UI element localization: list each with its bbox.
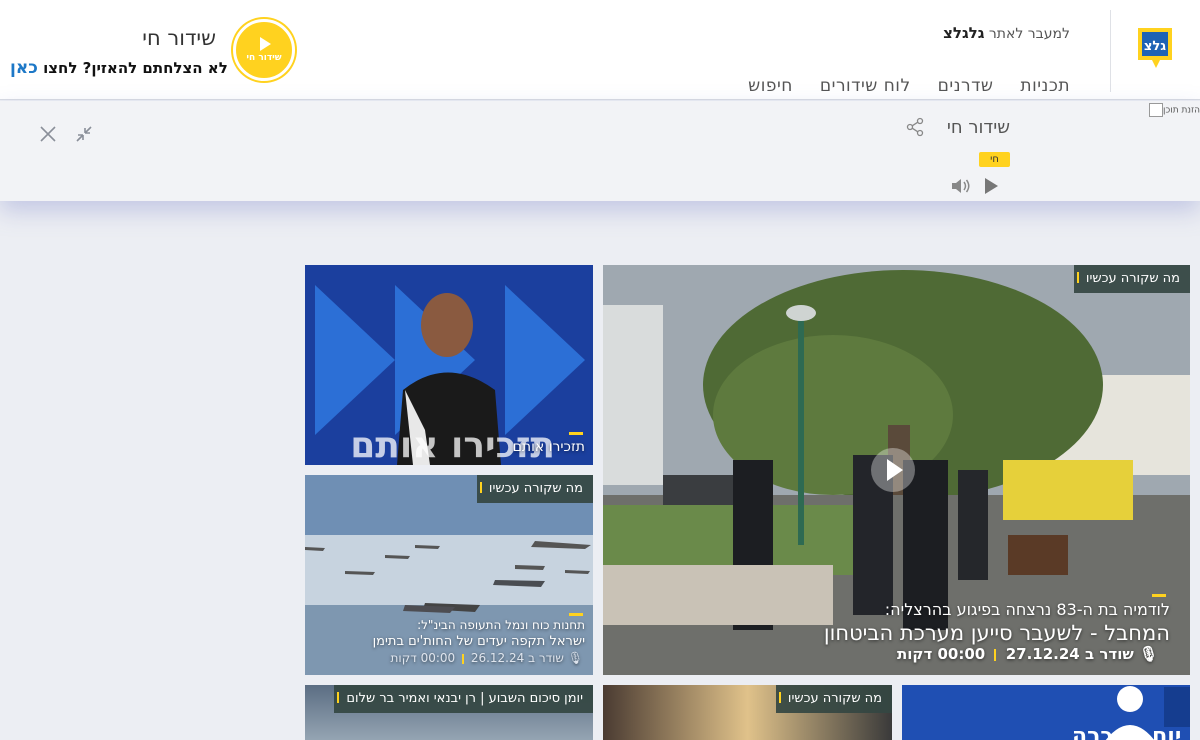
remember-them-accent [569,432,583,435]
mic-icon: 🎙 [1138,645,1158,663]
live-help-text: לא הצלחתם להאזין? לחצו [43,59,228,77]
site-link[interactable]: למעבר לאתר גלגלצ [943,24,1070,42]
site-link-prefix: למעבר לאתר [988,26,1070,42]
yemen-strike-meta: 🎙 שודר ב 26.12.24 00:00 דקות [391,651,583,665]
main-story-duration: 00:00 דקות [897,645,986,663]
main-story-date: שודר ב 27.12.24 [1005,645,1134,663]
player-play-icon[interactable] [985,178,998,194]
main-nav: תכניות שדרנים לוח שידורים חיפוש [748,76,1070,96]
live-help: לא הצלחתם להאזין? לחצו כאן [10,58,228,78]
live-play-button[interactable]: שידור חי [233,19,295,81]
yemen-strike-accent [569,613,583,616]
mic-icon: 🎙 [567,651,583,665]
memorial-art: יום הזוכרה [902,685,1190,740]
card-memorial[interactable]: יום הזוכרה [902,685,1190,740]
yemen-strike-duration: 00:00 דקות [390,651,456,665]
nav-programs[interactable]: תכניות [1020,76,1070,96]
yemen-strike-tag: מה שקורה עכשיו [476,475,593,503]
logo-text: גלצ [1144,39,1166,54]
card-main-story[interactable]: מה שקורה עכשיו לודמיה בת ה-83 נרצחה בפיג… [603,265,1190,675]
live-button-label: שידור חי [246,53,282,63]
player-panel: הזנת תוכן שידור חי חי [0,101,1200,201]
card-news-bottom[interactable]: מה שקורה עכשיו [603,685,892,740]
broken-image-alt: הזנת תוכן [1163,105,1200,116]
main-story-meta: 🎙 שודר ב 27.12.24 00:00 דקות [897,645,1158,663]
live-title: שידור חי [142,26,216,50]
card-remember-them[interactable]: תזכירו אותם תזכירו אותם [305,265,593,465]
nav-hosts[interactable]: שדרנים [938,76,994,96]
main-story-title: המחבל - לשעבר סייען מערכת הביטחון [823,621,1170,645]
close-icon[interactable] [39,125,57,143]
weekly-summary-tag: יומן סיכום השבוע | רן יבנאי ואמיר בר שלו… [334,685,593,713]
site-header: גלצ למעבר לאתר גלגלצ תכניות שדרנים לוח ש… [0,0,1200,100]
news-bottom-tag: מה שקורה עכשיו [775,685,892,713]
main-story-accent [1152,594,1166,597]
yemen-strike-date: שודר ב 26.12.24 [470,651,564,665]
live-badge: חי [979,152,1010,167]
yemen-strike-subtitle: תחנות כוח ונמל התעופה הבינ"ל: [417,618,585,632]
memorial-art-text: יום הזוכרה [1072,724,1181,740]
live-help-link[interactable]: כאן [10,58,38,78]
collapse-icon[interactable] [74,124,94,144]
nav-search[interactable]: חיפוש [748,76,793,96]
broken-image: הזנת תוכן [1147,103,1200,117]
broken-image-icon [1149,103,1164,117]
play-icon [260,37,271,51]
card-yemen-strike[interactable]: מה שקורה עכשיו תחנות כוח ונמל התעופה הבי… [305,475,593,675]
card-weekly-summary[interactable]: יומן סיכום השבוע | רן יבנאי ואמיר בר שלו… [305,685,593,740]
remember-them-art: תזכירו אותם [305,265,593,465]
player-title: שידור חי [946,117,1010,138]
share-icon[interactable] [905,117,925,137]
nav-schedule[interactable]: לוח שידורים [820,76,911,96]
main-story-subtitle: לודמיה בת ה-83 נרצחה בפיגוע בהרצליה: [884,600,1170,619]
volume-icon[interactable] [950,177,972,195]
site-link-name: גלגלצ [943,24,985,42]
remember-them-caption: תזכירו אותם [512,439,585,455]
glz-logo[interactable]: גלצ [1136,26,1174,70]
yemen-strike-title: ישראל תקפה יעדים של החות'ים בתימן [372,634,585,649]
main-story-tag: מה שקורה עכשיו [1073,265,1190,293]
header-divider [1110,10,1111,92]
